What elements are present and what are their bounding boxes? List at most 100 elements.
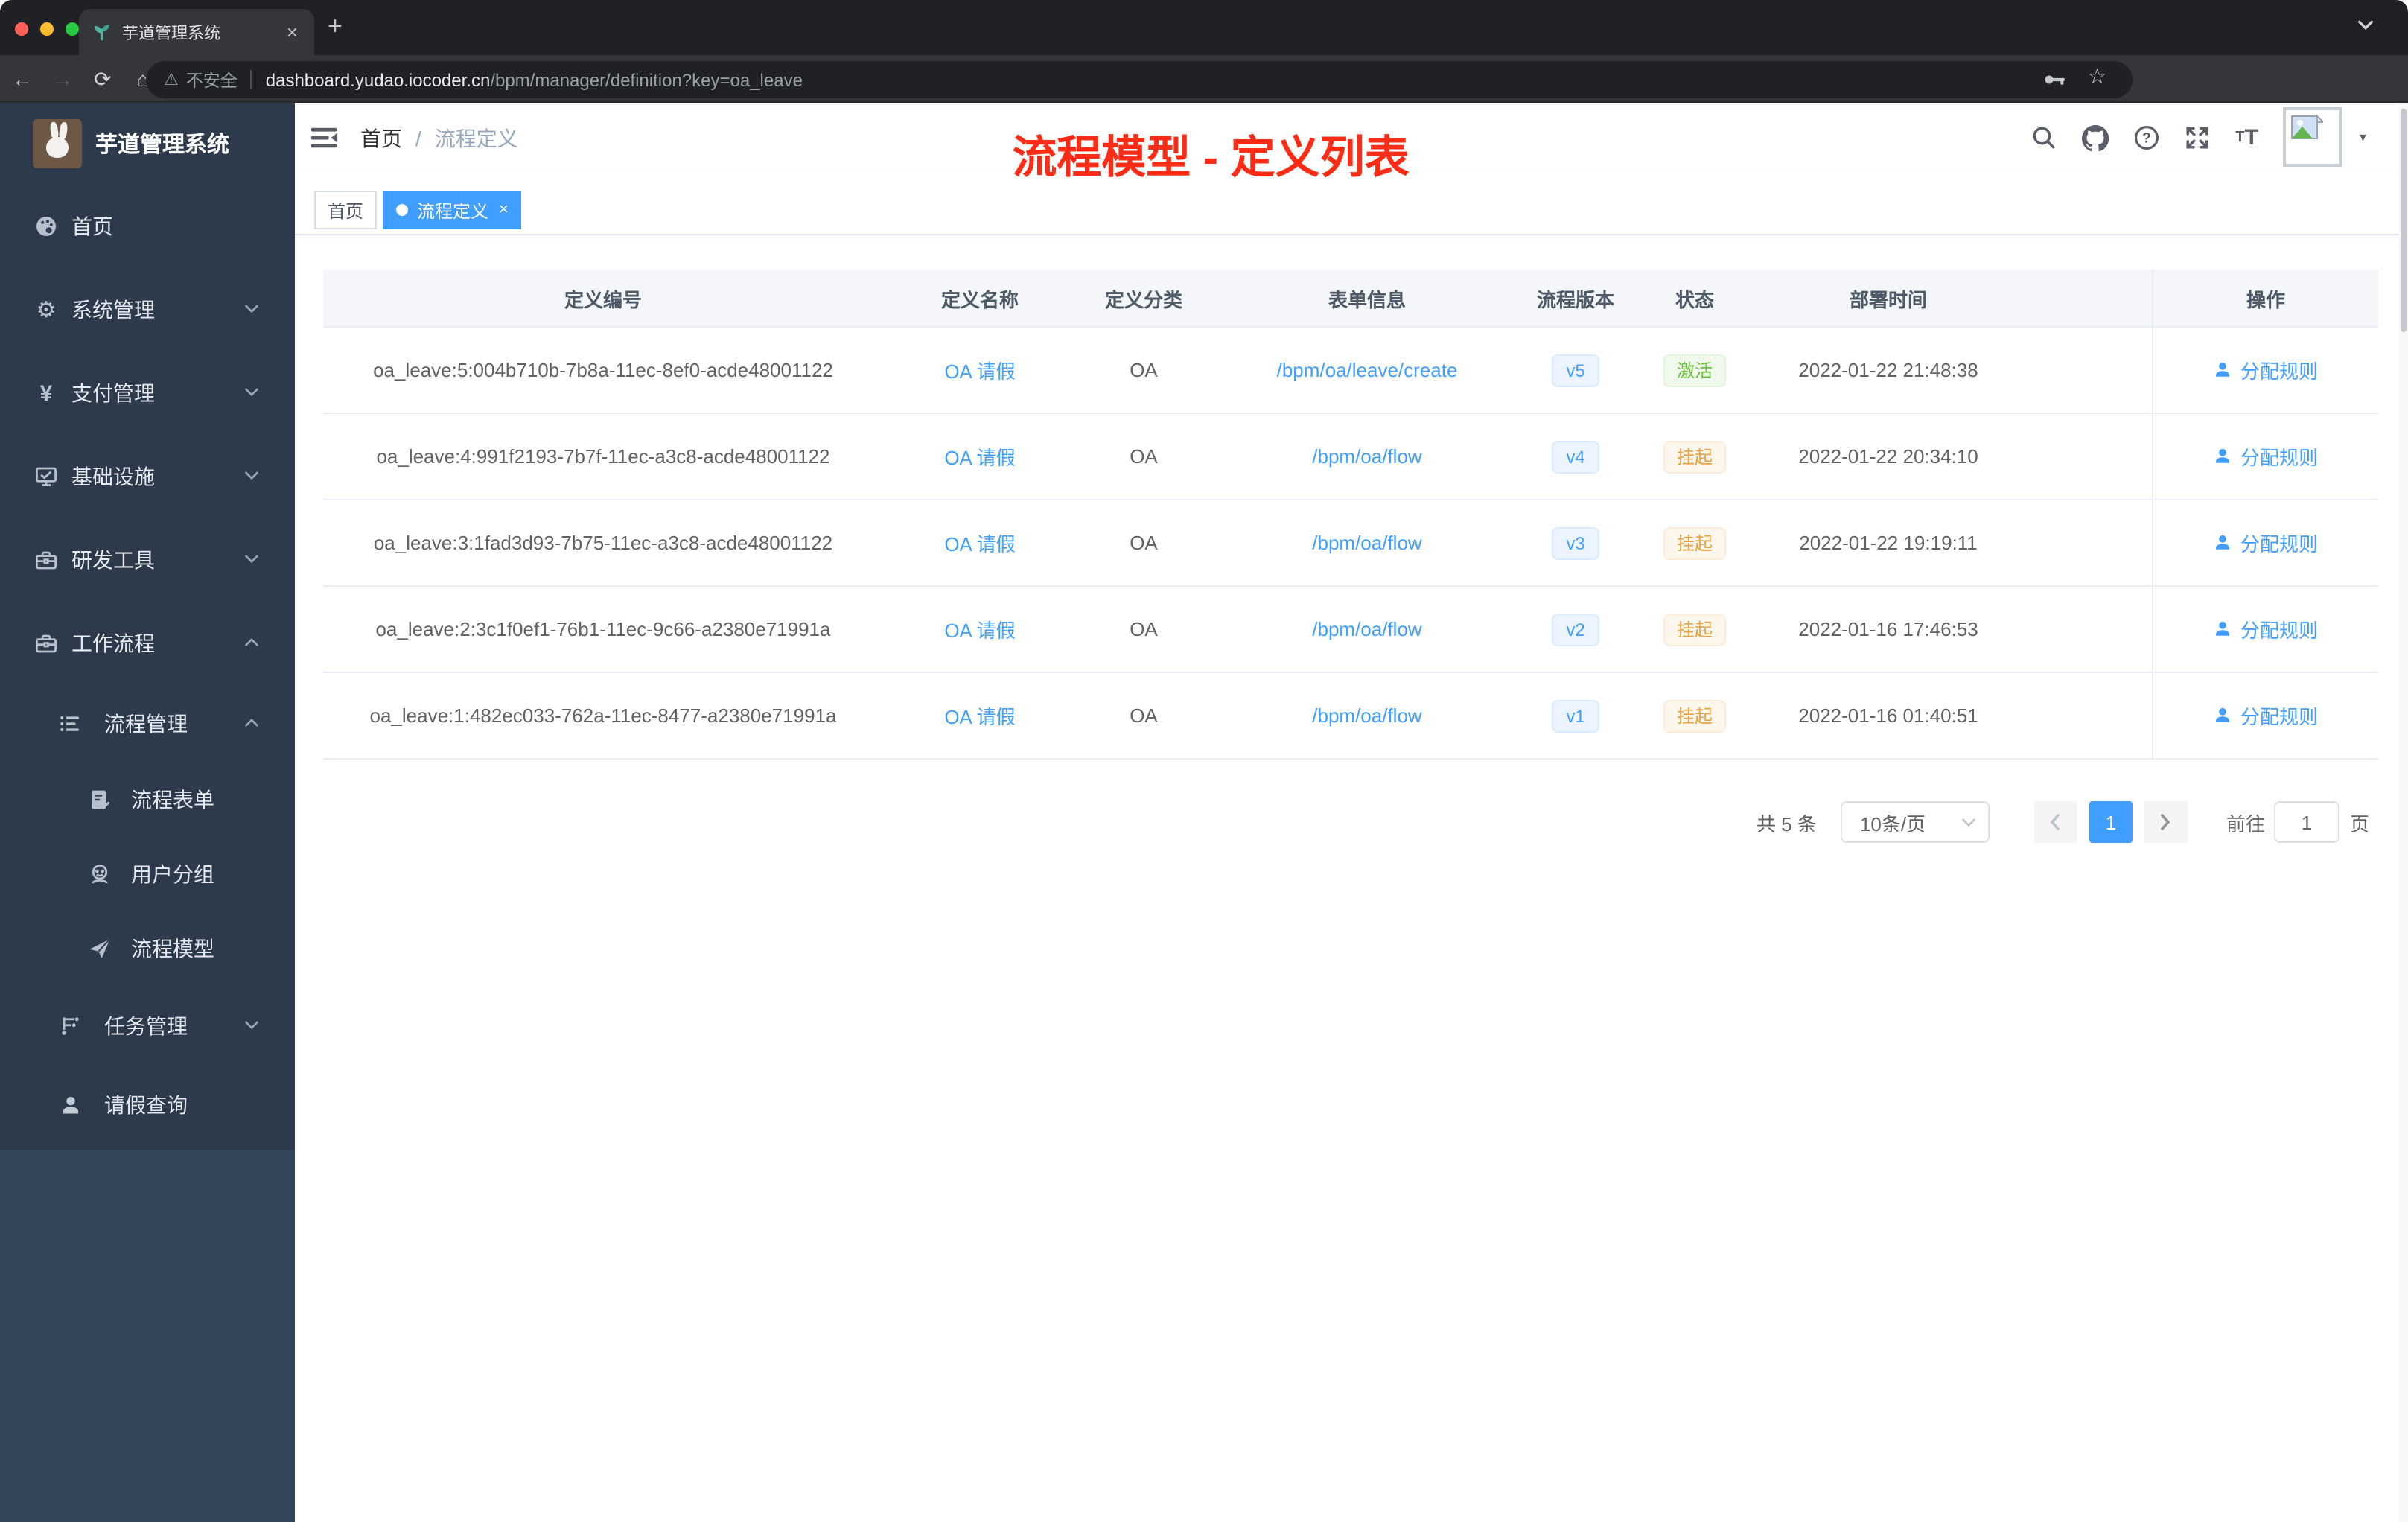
chevron-down-icon [244, 1020, 259, 1031]
page-size-select[interactable]: 10条/页 [1840, 801, 1990, 843]
reload-icon[interactable]: ⟳ [89, 66, 116, 92]
font-size-icon[interactable]: TT [2235, 125, 2258, 150]
form-edit-icon [86, 788, 113, 812]
col-header-process-version: 流程版本 [1536, 288, 1614, 311]
bookmark-star-icon[interactable]: ☆ [2088, 64, 2106, 89]
new-tab-button[interactable]: + [328, 12, 343, 42]
sidebar-item-workflow[interactable]: 工作流程 [0, 602, 295, 685]
assign-rule-button[interactable]: 分配规则 [2152, 414, 2378, 499]
cell-form-link[interactable]: /bpm/oa/flow [1211, 445, 1523, 468]
cell-definition-id: oa_leave:1:482ec033-762a-11ec-8477-a2380… [369, 704, 837, 727]
breadcrumb-home[interactable]: 首页 [360, 123, 402, 153]
sidebar-logo-row[interactable]: 芋道管理系统 [0, 103, 295, 185]
yen-icon: ¥ [39, 380, 53, 406]
tab-close-icon[interactable]: × [284, 22, 301, 42]
svg-text:?: ? [2143, 130, 2152, 146]
page-scrollbar[interactable] [2399, 103, 2408, 1522]
browser-toolbar: ← → ⟳ ⌂ ⚠ 不安全 dashboard.yudao.iocoder.cn… [0, 55, 2408, 150]
prev-page-button[interactable] [2033, 801, 2077, 843]
chevron-down-icon [244, 471, 259, 481]
avatar-caret-down-icon[interactable]: ▾ [2360, 130, 2366, 146]
cell-definition-name-link[interactable]: OA 请假 [883, 615, 1077, 643]
hamburger-fold-icon[interactable] [310, 124, 338, 152]
cell-deploy-time: 2022-01-16 01:40:51 [1798, 704, 1978, 727]
tag-close-icon[interactable]: × [499, 201, 509, 219]
table-header-row: 定义编号 定义名称 定义分类 表单信息 流程版本 状态 部署时间 操作 [323, 270, 2378, 328]
table-row: oa_leave:4:991f2193-7b7f-11ec-a3c8-acde4… [323, 414, 2378, 500]
sidebar-item-task-management[interactable]: 任务管理 [0, 986, 295, 1066]
person-icon [2217, 448, 2230, 463]
close-window-button[interactable] [15, 22, 28, 36]
window-controls[interactable] [15, 22, 79, 36]
chevron-up-icon [244, 718, 259, 728]
sidebar-item-dev-tools[interactable]: 研发工具 [0, 518, 295, 602]
tasks-branch-icon [57, 1014, 83, 1038]
omnibox-divider [250, 70, 252, 89]
status-badge: 挂起 [1663, 699, 1726, 732]
sidebar-item-home[interactable]: 首页 [0, 185, 295, 268]
page-number-1[interactable]: 1 [2089, 801, 2133, 843]
status-badge: 挂起 [1663, 613, 1726, 646]
cell-form-link[interactable]: /bpm/oa/leave/create [1211, 359, 1523, 381]
table-row: oa_leave:1:482ec033-762a-11ec-8477-a2380… [323, 673, 2378, 760]
cell-definition-name-link[interactable]: OA 请假 [883, 701, 1077, 730]
favicon-sprout-icon [92, 22, 112, 42]
cell-form-link[interactable]: /bpm/oa/flow [1211, 704, 1523, 727]
sidebar-item-process-model[interactable]: 流程模型 [0, 911, 295, 986]
assign-rule-button[interactable]: 分配规则 [2152, 500, 2378, 585]
cell-definition-name-link[interactable]: OA 请假 [883, 356, 1077, 384]
next-page-button[interactable] [2144, 801, 2188, 843]
password-key-icon[interactable] [2043, 71, 2067, 88]
sidebar-item-infrastructure[interactable]: 基础设施 [0, 435, 295, 518]
version-badge: v4 [1551, 440, 1600, 473]
cell-deploy-time: 2022-01-22 19:19:11 [1799, 532, 1978, 554]
fullscreen-icon[interactable] [2185, 125, 2210, 150]
back-icon[interactable]: ← [9, 67, 36, 91]
forward-icon[interactable]: → [49, 67, 76, 91]
sidebar-item-leave-query[interactable]: 请假查询 [0, 1066, 295, 1144]
cell-definition-category: OA [1130, 445, 1158, 468]
cell-form-link[interactable]: /bpm/oa/flow [1211, 618, 1523, 640]
cell-deploy-time: 2022-01-22 20:34:10 [1798, 445, 1978, 468]
assign-rule-button[interactable]: 分配规则 [2152, 673, 2378, 758]
cell-definition-name-link[interactable]: OA 请假 [883, 442, 1077, 471]
sidebar-menu: 芋道管理系统 首页 ⚙ 系统管理 ¥ 支付管理 基础设施 研发工具 工作流程 流… [0, 103, 295, 1150]
tag-home[interactable]: 首页 [314, 191, 378, 229]
help-icon[interactable]: ? [2134, 125, 2159, 150]
cell-definition-name-link[interactable]: OA 请假 [883, 529, 1077, 557]
address-bar[interactable]: ⚠ 不安全 dashboard.yudao.iocoder.cn/bpm/man… [146, 61, 2133, 98]
not-secure-label[interactable]: 不安全 [186, 68, 238, 92]
screenshot-stage: 芋道管理系统 × + ← → ⟳ ⌂ ⚠ 不安全 dashboard.yudao… [0, 0, 2408, 1522]
status-badge: 挂起 [1663, 440, 1726, 473]
sidebar-item-user-group[interactable]: 用户分组 [0, 837, 295, 911]
sidebar-item-process-form[interactable]: 流程表单 [0, 762, 295, 837]
zoom-window-button[interactable] [66, 22, 79, 36]
status-badge: 挂起 [1663, 526, 1726, 559]
browser-tab[interactable]: 芋道管理系统 × [79, 9, 314, 55]
table-row: oa_leave:3:1fad3d93-7b75-11ec-a3c8-acde4… [323, 500, 2378, 587]
browser-tabstrip: 芋道管理系统 × + [0, 0, 2408, 55]
sidebar-item-payment[interactable]: ¥ 支付管理 [0, 351, 295, 435]
toolbox-icon [33, 631, 60, 655]
avatar[interactable] [2283, 107, 2343, 167]
minimize-window-button[interactable] [40, 22, 54, 36]
cell-form-link[interactable]: /bpm/oa/flow [1211, 532, 1523, 554]
sidebar-item-system[interactable]: ⚙ 系统管理 [0, 268, 295, 351]
assign-rule-button[interactable]: 分配规则 [2152, 587, 2378, 672]
table-row: oa_leave:5:004b710b-7b8a-11ec-8ef0-acde4… [323, 328, 2378, 414]
tag-process-definition[interactable]: 流程定义 × [383, 191, 522, 229]
github-icon[interactable] [2082, 124, 2109, 151]
url-path: /bpm/manager/definition?key=oa_leave [490, 69, 803, 90]
goto-page-input[interactable] [2273, 801, 2339, 843]
assign-rule-button[interactable]: 分配规则 [2152, 328, 2378, 413]
chevron-down-icon [244, 304, 259, 314]
search-icon[interactable] [2031, 125, 2057, 150]
col-header-deploy-time: 部署时间 [1849, 288, 1927, 311]
not-secure-warning-icon: ⚠ [164, 71, 179, 89]
tab-search-chevron-icon[interactable] [2357, 19, 2374, 31]
app-logo-avatar [33, 119, 82, 168]
sidebar-item-process-management[interactable]: 流程管理 [0, 685, 295, 762]
scrollbar-thumb[interactable] [2401, 109, 2407, 332]
cell-definition-id: oa_leave:5:004b710b-7b8a-11ec-8ef0-acde4… [373, 359, 833, 381]
tab-title: 芋道管理系统 [122, 25, 220, 42]
